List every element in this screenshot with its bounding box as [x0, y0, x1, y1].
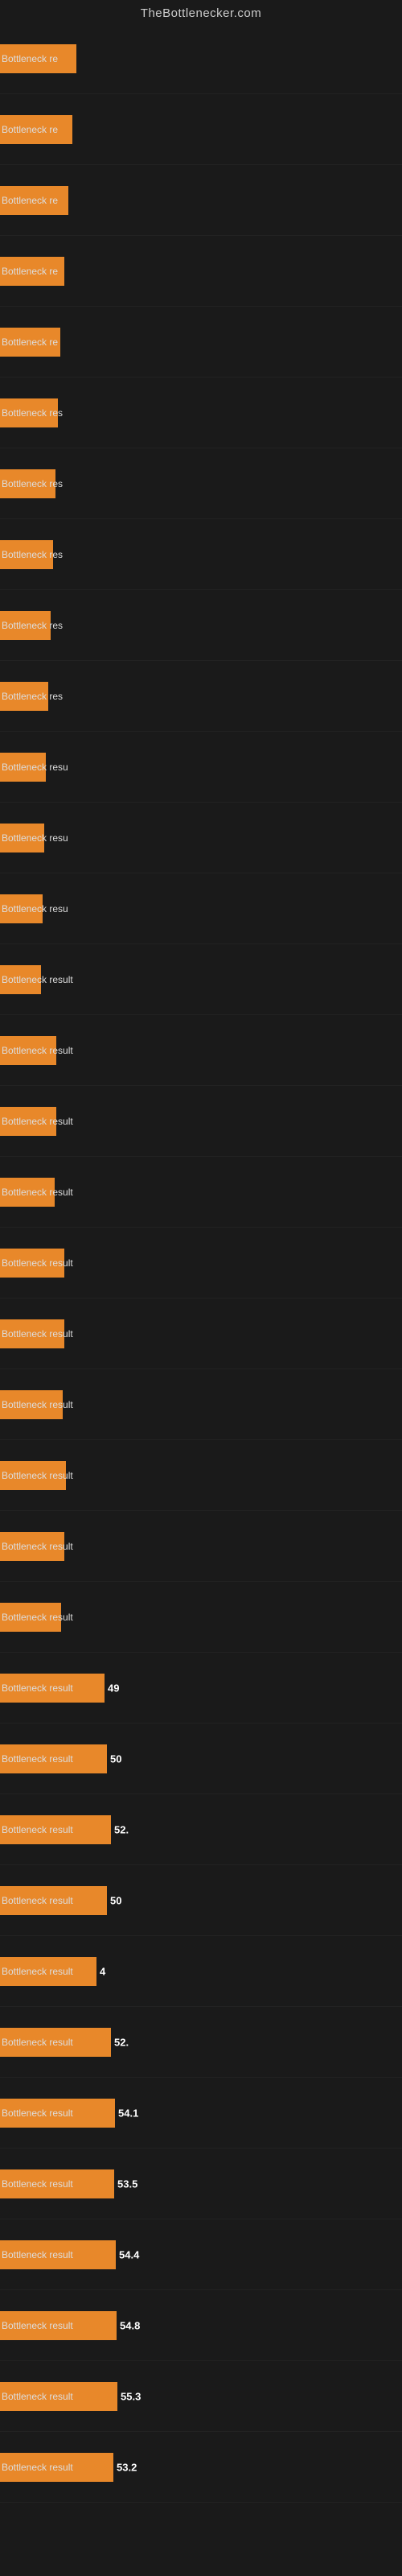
bar-row: Bottleneck result 53.5: [0, 2149, 402, 2219]
bar-label: Bottleneck result: [2, 1328, 73, 1340]
bar-row: Bottleneck result: [0, 1298, 402, 1369]
bar-row: Bottleneck resu: [0, 873, 402, 944]
bar-row: Bottleneck result: [0, 1582, 402, 1653]
bar-label: Bottleneck re: [2, 336, 58, 348]
bar-label: Bottleneck result: [2, 2249, 73, 2260]
bar-value: 52.: [114, 1823, 129, 1835]
bar-label: Bottleneck result: [2, 1824, 73, 1835]
bar-row: Bottleneck resu: [0, 803, 402, 873]
bar-row: Bottleneck result 50: [0, 1865, 402, 1936]
bar-value: 54.8: [120, 2319, 140, 2331]
bar-label: Bottleneck result: [2, 2037, 73, 2048]
bar-row: Bottleneck resu: [0, 732, 402, 803]
bar-value: 53.5: [117, 2178, 137, 2190]
bar-label: Bottleneck result: [2, 2320, 73, 2331]
bar-row: Bottleneck re: [0, 165, 402, 236]
bar-label: Bottleneck result: [2, 1257, 73, 1269]
bar-row: Bottleneck result 53.2: [0, 2432, 402, 2503]
bar-label: Bottleneck re: [2, 266, 58, 277]
bar-row: Bottleneck res: [0, 519, 402, 590]
bar-label: Bottleneck resu: [2, 832, 68, 844]
bar-value: 53.2: [117, 2461, 137, 2473]
bar-row: Bottleneck result 52.: [0, 1794, 402, 1865]
bar-row: Bottleneck result: [0, 1228, 402, 1298]
bar-row: Bottleneck re: [0, 307, 402, 378]
bar-row: Bottleneck re: [0, 23, 402, 94]
bar-row: Bottleneck result: [0, 1086, 402, 1157]
bar-row: Bottleneck res: [0, 448, 402, 519]
bar-label: Bottleneck re: [2, 53, 58, 64]
bar-value: 55.3: [121, 2390, 141, 2402]
bar-label: Bottleneck result: [2, 1682, 73, 1694]
bar-row: Bottleneck result: [0, 1015, 402, 1086]
bar-row: Bottleneck result 52.: [0, 2007, 402, 2078]
bar-value: 50: [110, 1752, 121, 1765]
bar-label: Bottleneck result: [2, 1399, 73, 1410]
bar-label: Bottleneck result: [2, 1116, 73, 1127]
bar-label: Bottleneck resu: [2, 762, 68, 773]
bar-label: Bottleneck re: [2, 124, 58, 135]
bar-value: 49: [108, 1682, 119, 1694]
bar-label: Bottleneck result: [2, 2178, 73, 2190]
bar-value: 52.: [114, 2036, 129, 2048]
chart-area: Bottleneck re Bottleneck re Bottleneck re B…: [0, 23, 402, 2503]
bar-label: Bottleneck re: [2, 195, 58, 206]
bar-label: Bottleneck result: [2, 1045, 73, 1056]
bar-row: Bottleneck result: [0, 1511, 402, 1582]
bar-label: Bottleneck result: [2, 1612, 73, 1623]
bar-label: Bottleneck result: [2, 1895, 73, 1906]
bar-value: 54.4: [119, 2248, 139, 2260]
bar-value: 50: [110, 1894, 121, 1906]
bar-row: Bottleneck result 54.1: [0, 2078, 402, 2149]
site-title: TheBottlenecker.com: [0, 0, 402, 23]
bar-row: Bottleneck result 54.4: [0, 2219, 402, 2290]
bar-row: Bottleneck result: [0, 1440, 402, 1511]
bar-label: Bottleneck result: [2, 2391, 73, 2402]
bar-label: Bottleneck result: [2, 2107, 73, 2119]
bar-label: Bottleneck result: [2, 2462, 73, 2473]
bar-value: 4: [100, 1965, 105, 1977]
bar-label: Bottleneck result: [2, 1541, 73, 1552]
bar-value: 54.1: [118, 2107, 138, 2119]
bar-row: Bottleneck result: [0, 944, 402, 1015]
bar-row: Bottleneck result 55.3: [0, 2361, 402, 2432]
bar-label: Bottleneck res: [2, 549, 63, 560]
bar-row: Bottleneck result 50: [0, 1724, 402, 1794]
bar-label: Bottleneck res: [2, 620, 63, 631]
bar-row: Bottleneck res: [0, 661, 402, 732]
bar-label: Bottleneck res: [2, 691, 63, 702]
bar-label: Bottleneck result: [2, 974, 73, 985]
bar-label: Bottleneck resu: [2, 903, 68, 914]
bar-label: Bottleneck result: [2, 1187, 73, 1198]
bar-row: Bottleneck result: [0, 1369, 402, 1440]
bar-row: Bottleneck result 4: [0, 1936, 402, 2007]
bar-row: Bottleneck res: [0, 378, 402, 448]
bar-row: Bottleneck result: [0, 1157, 402, 1228]
bar-row: Bottleneck result 54.8: [0, 2290, 402, 2361]
bar-label: Bottleneck result: [2, 1470, 73, 1481]
bar-row: Bottleneck re: [0, 236, 402, 307]
bar-row: Bottleneck res: [0, 590, 402, 661]
bar-row: Bottleneck result 49: [0, 1653, 402, 1724]
bar-label: Bottleneck res: [2, 407, 63, 419]
bar-label: Bottleneck result: [2, 1966, 73, 1977]
bar-label: Bottleneck result: [2, 1753, 73, 1765]
bar-row: Bottleneck re: [0, 94, 402, 165]
bar-label: Bottleneck res: [2, 478, 63, 489]
